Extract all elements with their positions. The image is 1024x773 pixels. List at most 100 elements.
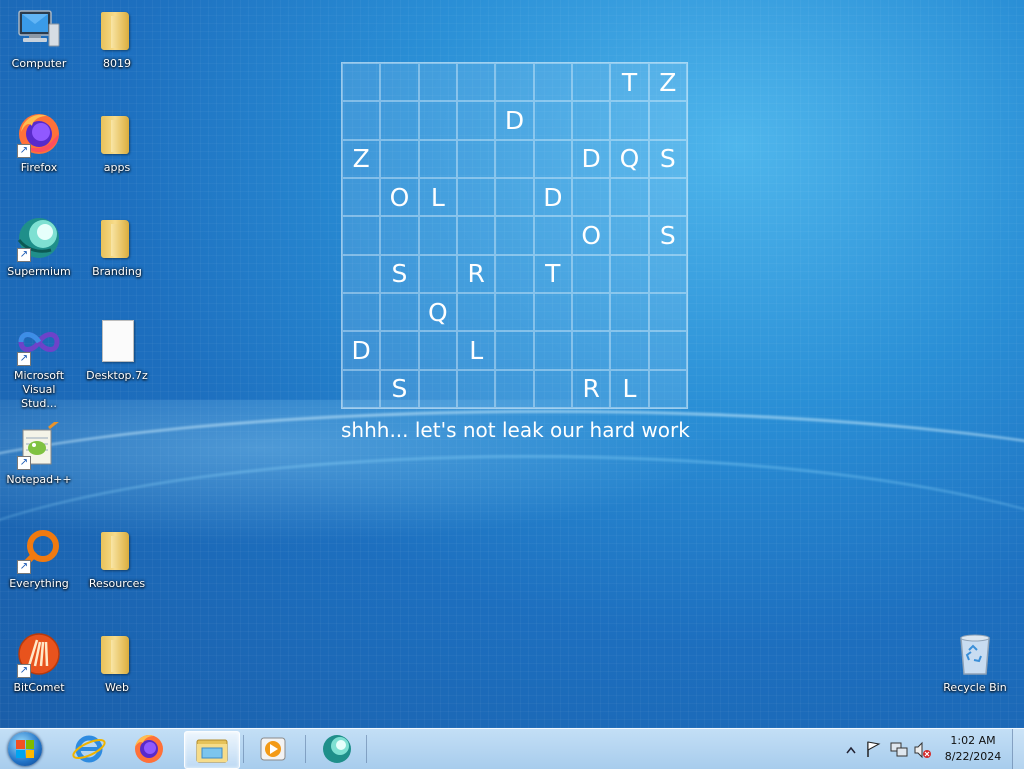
grid-cell (495, 139, 534, 178)
supermium-icon: ↗ (15, 214, 63, 262)
system-tray (843, 729, 933, 769)
desktop-icon-apps[interactable]: apps (78, 110, 156, 175)
desktop-icon-label: Desktop.7z (86, 369, 148, 382)
desktop-icon-supermium[interactable]: ↗ Supermium (0, 214, 78, 279)
media-player-icon (260, 737, 286, 761)
desktop-icon-resources[interactable]: Resources (78, 526, 156, 591)
taskbar-media-player[interactable] (246, 731, 300, 767)
grid-cell (456, 216, 496, 255)
shortcut-arrow-icon: ↗ (17, 352, 31, 366)
taskbar: 1:02 AM 8/22/2024 (0, 728, 1024, 769)
desktop-icon-desktop-7z[interactable]: Desktop.7z (78, 318, 156, 383)
taskbar-internet-explorer[interactable] (62, 731, 116, 767)
grid-cell: S (380, 254, 419, 293)
taskbar-file-explorer[interactable] (184, 731, 240, 769)
grid-cell (648, 369, 687, 408)
desktop-icon-everything[interactable]: ↗ Everything (0, 526, 78, 591)
grid-cell (533, 369, 572, 408)
grid-cell (571, 101, 611, 140)
grid-cell (648, 177, 687, 217)
desktop-icon-notepad-plus-plus[interactable]: ↗ Notepad++ (0, 418, 78, 487)
grid-cell: D (571, 139, 611, 178)
computer-icon (15, 6, 63, 54)
chevron-up-icon[interactable] (846, 746, 856, 754)
grid-cell (495, 63, 534, 102)
grid-cell (571, 292, 611, 332)
grid-cell (418, 331, 457, 370)
taskbar-supermium[interactable] (310, 731, 364, 767)
firefox-icon (135, 735, 163, 763)
grid-cell (610, 216, 649, 255)
folder-icon (93, 110, 141, 158)
desktop-icon-label: Computer (11, 57, 67, 70)
grid-cell (380, 216, 419, 255)
show-desktop-button[interactable] (1012, 729, 1024, 769)
desktop-icon-label: Web (105, 681, 129, 694)
recycle-bin-icon (951, 630, 999, 678)
desktop-icon-branding[interactable]: Branding (78, 214, 156, 279)
network-icon[interactable] (890, 742, 908, 757)
grid-cell: O (380, 177, 419, 217)
grid-cell (418, 139, 457, 178)
action-center-flag-icon[interactable] (867, 741, 881, 757)
grid-cell (342, 254, 381, 293)
desktop-icon-recycle-bin[interactable]: Recycle Bin (936, 630, 1014, 695)
grid-cell (342, 63, 381, 102)
grid-cell: L (418, 177, 457, 217)
start-button[interactable] (4, 730, 46, 768)
grid-cell (610, 292, 649, 332)
grid-cell: D (342, 331, 381, 370)
grid-cell (342, 177, 381, 217)
desktop-icon-label: apps (103, 161, 131, 174)
desktop-icon-label: Supermium (7, 265, 71, 278)
grid-cell (533, 331, 572, 370)
internet-explorer-icon (72, 735, 106, 763)
file-icon (93, 318, 141, 366)
desktop-icon-visual-studio[interactable]: ↗ Microsoft Visual Stud... (0, 318, 78, 411)
grid-cell (418, 254, 457, 293)
grid-cell (648, 101, 687, 140)
taskbar-clock[interactable]: 1:02 AM 8/22/2024 (936, 733, 1010, 765)
grid-cell: Q (418, 292, 457, 332)
grid-cell (456, 292, 496, 332)
grid-cell (533, 139, 572, 178)
folder-icon (93, 630, 141, 678)
grid-cell (533, 292, 572, 332)
grid-cell (456, 63, 496, 102)
desktop-icon-bitcomet[interactable]: ↗ BitComet (0, 630, 78, 695)
taskbar-separator (305, 735, 306, 763)
clock-date: 8/22/2024 (944, 750, 1002, 763)
grid-cell (495, 254, 534, 293)
grid-cell (380, 139, 419, 178)
notepad-plus-plus-icon: ↗ (15, 418, 63, 470)
desktop-icon-computer[interactable]: Computer (0, 6, 78, 71)
grid-cell (610, 254, 649, 293)
folder-icon (93, 526, 141, 574)
grid-cell (648, 292, 687, 332)
volume-muted-icon[interactable] (914, 741, 931, 759)
grid-cell (648, 254, 687, 293)
desktop-icon-label: Recycle Bin (943, 681, 1007, 694)
grid-cell (456, 101, 496, 140)
grid-cell (456, 369, 496, 408)
grid-cell (495, 177, 534, 217)
grid-cell (610, 331, 649, 370)
grid-cell (342, 292, 381, 332)
desktop-icon-8019[interactable]: 8019 (78, 6, 156, 71)
grid-cell: T (533, 254, 572, 293)
desktop-icon-web[interactable]: Web (78, 630, 156, 695)
shortcut-arrow-icon: ↗ (17, 560, 31, 574)
grid-cell (648, 331, 687, 370)
desktop-icon-label: BitComet (13, 681, 65, 694)
grid-cell (571, 331, 611, 370)
desktop-icon-firefox[interactable]: ↗ Firefox (0, 110, 78, 175)
clock-time: 1:02 AM (950, 734, 996, 747)
shortcut-arrow-icon: ↗ (17, 144, 31, 158)
grid-cell (456, 139, 496, 178)
grid-cell (533, 63, 572, 102)
grid-cell: D (533, 177, 572, 217)
taskbar-firefox[interactable] (122, 731, 176, 767)
grid-cell (342, 369, 381, 408)
grid-cell: L (456, 331, 496, 370)
grid-cell (495, 292, 534, 332)
